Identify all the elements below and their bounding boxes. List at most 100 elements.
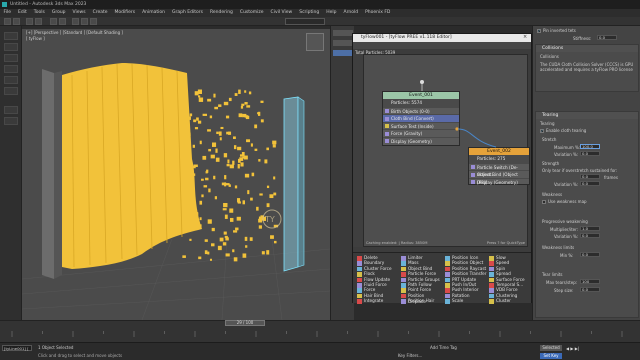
menu-phoenix-fd[interactable]: Phoenix FD xyxy=(362,9,394,17)
redo-icon[interactable] xyxy=(13,18,20,25)
collisions-header[interactable]: Collisions xyxy=(536,45,638,52)
select-icon[interactable] xyxy=(50,18,57,25)
cloth-fragment xyxy=(226,131,231,135)
cloth-fragment xyxy=(207,129,211,132)
add-time-tag-label[interactable]: Add Time Tag xyxy=(430,345,457,350)
cloth-fragment xyxy=(236,216,241,221)
operator-depot: Delete Boundary Cluster Force Flock Flow Upd… xyxy=(353,252,531,305)
stiffness-field[interactable]: 0.0 xyxy=(597,35,617,40)
set-key-button[interactable]: Set Key xyxy=(540,353,562,359)
editor-footer-left: Caching enabled: | Radius: 3850M xyxy=(366,241,428,245)
hierarchy-icon[interactable] xyxy=(4,54,18,62)
cloth-fragment xyxy=(201,194,204,198)
move-icon[interactable] xyxy=(72,18,79,25)
timeline[interactable] xyxy=(0,320,640,342)
cloth-fragment xyxy=(229,217,234,222)
viewport-label[interactable]: [+] [Perspective ] [Standard ] [Default … xyxy=(26,30,123,35)
step-field[interactable]: 0.0 xyxy=(580,287,600,292)
editor-side-list[interactable] xyxy=(353,54,363,247)
link-icon[interactable] xyxy=(26,18,33,25)
menu-views[interactable]: Views xyxy=(69,9,89,17)
depot-item[interactable]: Cluster xyxy=(489,298,531,305)
cloth-fragment xyxy=(219,137,222,141)
scale-icon[interactable] xyxy=(90,18,97,25)
variation-field[interactable]: 0.0 xyxy=(580,151,600,156)
cloth-fragment xyxy=(272,140,277,145)
strength-field[interactable]: 0.0 xyxy=(580,174,600,179)
time-slider[interactable]: 29 / 100 xyxy=(225,320,265,326)
menu-graph-editors[interactable]: Graph Editors xyxy=(169,9,207,17)
cloth-fragment xyxy=(241,152,245,157)
cloth-fragment xyxy=(242,156,247,159)
perspective-viewport[interactable]: TY xyxy=(22,29,330,320)
select-by-name-icon[interactable] xyxy=(59,18,66,25)
scene-explorer-icon[interactable] xyxy=(4,106,18,114)
modify-icon[interactable] xyxy=(4,43,18,51)
modifier-list[interactable] xyxy=(333,40,353,46)
pin-inverted-checkbox[interactable] xyxy=(537,28,541,33)
menu-tools[interactable]: Tools xyxy=(30,9,48,17)
editor-footer-right: Press ? for QuickType xyxy=(486,241,525,245)
motion-icon[interactable] xyxy=(4,65,18,73)
undo-icon[interactable] xyxy=(4,18,11,25)
use-weakness-checkbox[interactable] xyxy=(542,200,546,204)
menu-rendering[interactable]: Rendering xyxy=(206,9,236,17)
menu-create[interactable]: Create xyxy=(89,9,111,17)
create-icon[interactable] xyxy=(4,32,18,40)
cloth-fragment xyxy=(191,213,194,218)
cloth-fragment xyxy=(211,227,215,232)
max-tears-field[interactable]: 100 xyxy=(580,279,600,284)
flow-canvas[interactable]: Event_001 Particles: 5574 Birth Objects … xyxy=(363,54,530,247)
multiplier-field[interactable]: 1.0 xyxy=(580,226,600,231)
cloth-fragment xyxy=(246,139,251,143)
cloth-fragment xyxy=(204,239,208,242)
min-field[interactable]: 0.0 xyxy=(580,252,600,257)
selection-set-dropdown[interactable] xyxy=(285,18,325,25)
left-toolbar xyxy=(0,26,22,320)
key-filters-label[interactable]: Key Filters... xyxy=(398,353,422,358)
play-icon[interactable]: ◀ ▶ ▶| xyxy=(566,346,579,351)
cloth-fragment xyxy=(196,117,199,121)
maximum-field[interactable]: 100.0 xyxy=(580,144,600,149)
modifier-item[interactable] xyxy=(333,50,353,56)
display-icon[interactable] xyxy=(4,76,18,84)
viewcube-icon[interactable] xyxy=(306,33,324,51)
selected-dropdown[interactable]: Selected xyxy=(540,345,562,351)
cloth-fragment xyxy=(205,171,208,174)
utilities-icon[interactable] xyxy=(4,87,18,95)
maxscript-listener[interactable]: [tyLine001] [ xyxy=(2,345,32,351)
cloth-fragment xyxy=(240,162,244,167)
enable-tearing-checkbox[interactable] xyxy=(540,128,544,133)
depot-item[interactable]: Scale xyxy=(445,298,487,305)
menu-edit[interactable]: Edit xyxy=(15,9,31,17)
tyflow-emitter-icon: TY xyxy=(262,209,282,229)
menu-help[interactable]: Help xyxy=(323,9,340,17)
variation-field-3[interactable]: 0.0 xyxy=(580,233,600,238)
cloth-fragment xyxy=(242,200,245,205)
cloth-fragment xyxy=(245,245,248,248)
close-icon[interactable]: × xyxy=(523,35,528,40)
variation-field-2[interactable]: 0.0 xyxy=(580,181,600,186)
cloth-fragment xyxy=(260,119,264,123)
cloth-fragment xyxy=(256,206,259,211)
menu-civil-view[interactable]: Civil View xyxy=(267,9,296,17)
cloth-fragment xyxy=(233,257,238,262)
menu-animation[interactable]: Animation xyxy=(139,9,169,17)
cloth-fragment xyxy=(207,219,212,224)
tearing-header[interactable]: Tearing xyxy=(536,112,638,119)
step-label: Step size: xyxy=(554,288,574,293)
menu-file[interactable]: File xyxy=(0,9,15,17)
command-tab[interactable] xyxy=(333,30,353,36)
menu-customize[interactable]: Customize xyxy=(236,9,267,17)
unlink-icon[interactable] xyxy=(35,18,42,25)
cloth-fragment xyxy=(244,102,248,105)
menu-scripting[interactable]: Scripting xyxy=(296,9,323,17)
timeline-ruler xyxy=(11,331,623,337)
depot-item[interactable]: Position Hair xyxy=(401,298,443,305)
menu-group[interactable]: Group xyxy=(48,9,69,17)
menu-modifiers[interactable]: Modifiers xyxy=(111,9,139,17)
layer-icon[interactable] xyxy=(4,117,18,125)
menu-arnold[interactable]: Arnold xyxy=(340,9,362,17)
depot-item[interactable]: Integrate xyxy=(357,298,399,305)
rotate-icon[interactable] xyxy=(81,18,88,25)
